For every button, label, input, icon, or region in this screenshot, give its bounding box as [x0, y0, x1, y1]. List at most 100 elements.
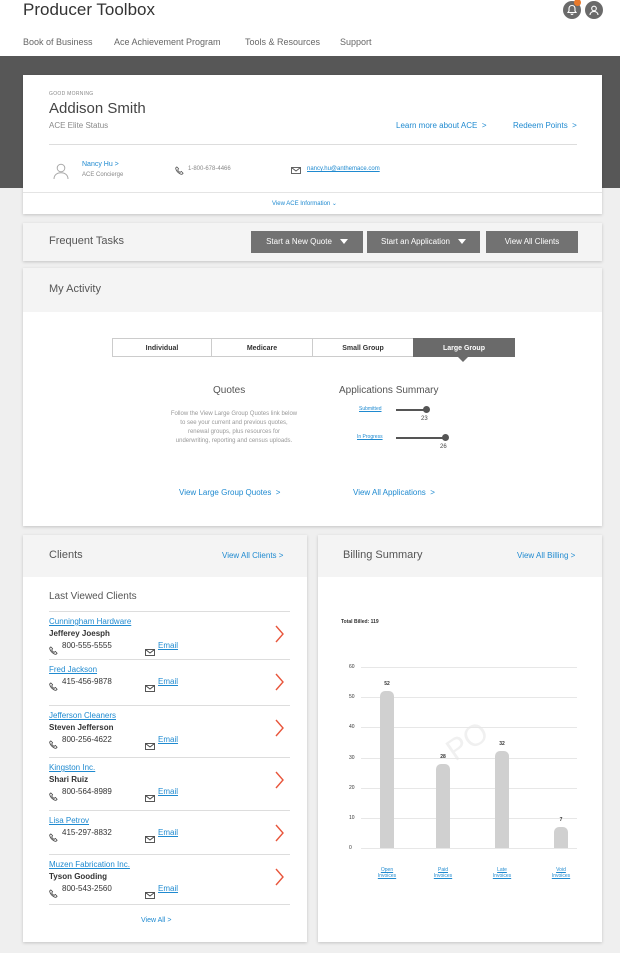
tab-small-group[interactable]: Small Group	[312, 338, 414, 357]
mail-icon	[145, 737, 155, 755]
learn-more-ace-link[interactable]: Learn more about ACE >	[396, 121, 487, 130]
in-progress-count: 26	[440, 444, 447, 450]
bar-value-label: 52	[384, 681, 390, 688]
chevron-down-icon: ⌄	[330, 201, 337, 207]
phone-icon	[49, 736, 58, 754]
phone-icon	[49, 678, 58, 696]
x-category-link[interactable]: Void Invoices	[545, 867, 577, 879]
client-email-link[interactable]: Email	[158, 641, 178, 650]
in-progress-progress-knob	[442, 434, 449, 441]
view-all-clients-button[interactable]: View All Clients	[486, 231, 578, 253]
row-divider	[49, 611, 290, 612]
view-all-label: View All	[141, 917, 166, 924]
row-divider	[49, 705, 290, 706]
mail-icon	[291, 167, 301, 174]
bar-value-label: 28	[440, 753, 446, 760]
nav-support[interactable]: Support	[340, 37, 372, 47]
client-company-link[interactable]: Kingston Inc.	[49, 763, 95, 772]
start-application-label: Start an Application	[381, 237, 450, 246]
tab-large-group[interactable]: Large Group	[413, 338, 515, 357]
row-divider	[49, 904, 290, 905]
submitted-progress-knob	[423, 406, 430, 413]
start-new-quote-button[interactable]: Start a New Quote	[251, 231, 363, 253]
tab-medicare[interactable]: Medicare	[211, 338, 313, 357]
billing-bar-chart: 0 10 20 30 40 50 60 52 Open Invoices 28 Paid Invoice…	[318, 535, 602, 942]
in-progress-link[interactable]: In Progress	[357, 434, 383, 440]
view-ace-information-label: View ACE Information	[272, 201, 331, 207]
start-application-button[interactable]: Start an Application	[367, 231, 480, 253]
client-company-link[interactable]: Fred Jackson	[49, 665, 97, 674]
nav-ace-achievement-program[interactable]: Ace Achievement Program	[114, 37, 221, 47]
clients-title: Clients	[49, 549, 83, 561]
chevron-right-icon[interactable]	[274, 771, 285, 789]
client-phone: 415-297-8832	[62, 828, 112, 837]
billing-summary-card: Billing Summary View All Billing > Total…	[318, 535, 602, 942]
client-phone: 800-564-8989	[62, 787, 112, 796]
bar	[436, 763, 450, 848]
learn-more-label: Learn more about ACE	[396, 121, 478, 130]
chevron-right-icon[interactable]	[274, 719, 285, 737]
x-category-link[interactable]: Paid Invoices	[427, 867, 459, 879]
client-email-link[interactable]: Email	[158, 884, 178, 893]
client-email-link[interactable]: Email	[158, 677, 178, 686]
chevron-right-icon[interactable]	[274, 673, 285, 691]
clients-header: Clients View All Clients >	[23, 535, 307, 577]
client-contact-name: Jefferey Joesph	[49, 629, 110, 638]
nav-book-of-business[interactable]: Book of Business	[23, 37, 93, 47]
notifications-bell-icon[interactable]	[563, 0, 581, 19]
phone-icon	[49, 642, 58, 660]
my-activity-header: My Activity	[23, 268, 602, 312]
phone-icon	[175, 166, 184, 175]
view-all-clients-link[interactable]: View All Clients >	[222, 551, 283, 560]
client-email-link[interactable]: Email	[158, 828, 178, 837]
view-all-clients-footer-link[interactable]: View All >	[141, 917, 171, 924]
concierge-name-link[interactable]: Nancy Hu >	[82, 161, 119, 168]
bar	[380, 691, 394, 848]
client-email-link[interactable]: Email	[158, 787, 178, 796]
view-ace-information-toggle[interactable]: View ACE Information ⌄	[272, 200, 337, 207]
client-company-link[interactable]: Jefferson Cleaners	[49, 711, 116, 720]
frequent-tasks-bar: Frequent Tasks Start a New Quote Start a…	[23, 223, 602, 261]
x-category-link[interactable]: Open Invoices	[371, 867, 403, 879]
mail-icon	[145, 886, 155, 904]
clients-card: Clients View All Clients > Last Viewed C…	[23, 535, 307, 942]
x-category-link[interactable]: Late Invoices	[486, 867, 518, 879]
nav-tools-resources[interactable]: Tools & Resources	[245, 37, 320, 47]
view-all-applications-link[interactable]: View All Applications >	[353, 488, 435, 497]
concierge-email-link[interactable]: nancy.hu@anthemace.com	[307, 166, 380, 172]
concierge-name: Nancy Hu	[82, 161, 113, 168]
phone-icon	[49, 885, 58, 903]
chevron-right-icon[interactable]	[274, 824, 285, 842]
client-email-link[interactable]: Email	[158, 735, 178, 744]
top-header: Producer Toolbox Book of Business Ace Ac…	[0, 0, 620, 56]
view-large-group-quotes-link[interactable]: View Large Group Quotes >	[179, 488, 280, 497]
y-tick-label: 60	[349, 664, 355, 670]
submitted-link[interactable]: Submitted	[359, 406, 382, 412]
tab-individual[interactable]: Individual	[112, 338, 212, 357]
redeem-points-link[interactable]: Redeem Points >	[513, 121, 577, 130]
view-large-group-quotes-label: View Large Group Quotes	[179, 488, 272, 497]
last-viewed-clients-title: Last Viewed Clients	[49, 591, 137, 602]
client-company-link[interactable]: Cunningham Hardware	[49, 617, 131, 626]
gridline	[361, 667, 577, 668]
y-tick-label: 0	[349, 845, 352, 851]
client-company-link[interactable]: Lisa Petrov	[49, 816, 89, 825]
my-activity-card: My Activity	[23, 268, 602, 526]
user-profile-icon[interactable]	[585, 1, 603, 19]
app-title: Producer Toolbox	[23, 0, 155, 19]
row-divider	[49, 757, 290, 758]
concierge-avatar-icon	[53, 163, 69, 179]
y-tick-label: 10	[349, 814, 355, 821]
mail-icon	[145, 789, 155, 807]
quotes-title: Quotes	[213, 385, 246, 396]
row-divider	[49, 659, 290, 660]
chevron-right-icon[interactable]	[274, 868, 285, 886]
user-name: Addison Smith	[49, 100, 146, 117]
greeting-salutation: GOOD MORNING	[49, 91, 94, 97]
y-tick-label: 50	[349, 694, 355, 701]
client-company-link[interactable]: Muzen Fabrication Inc.	[49, 860, 130, 869]
bar	[554, 826, 568, 848]
chevron-right-icon[interactable]	[274, 625, 285, 643]
caret-down-icon	[339, 239, 348, 245]
gridline	[361, 848, 577, 849]
